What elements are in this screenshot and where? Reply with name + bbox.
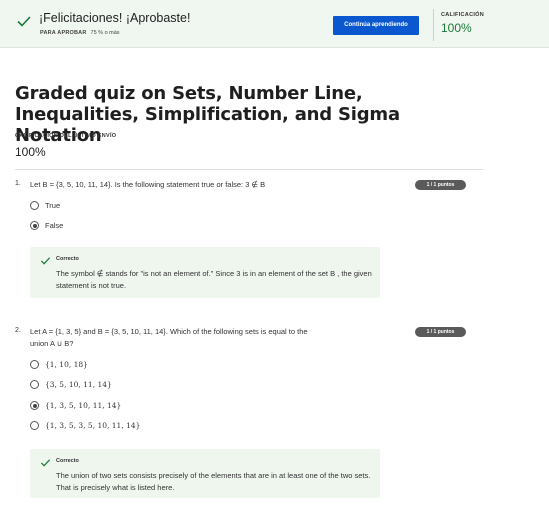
last-submission-value: 100% — [15, 145, 46, 159]
option-label: {1, 3, 5, 10, 11, 14} — [45, 401, 122, 410]
banner-divider — [433, 9, 434, 41]
feedback-text: The union of two sets consists precisely… — [56, 471, 371, 492]
question-text-line: Let A = {1, 3, 5} and B = {3, 5, 10, 11,… — [30, 327, 308, 336]
points-badge: 1 / 1 puntos — [415, 327, 466, 337]
feedback-box: Correcto The symbol ∉ stands for "is not… — [30, 247, 380, 298]
feedback-label: Correcto — [56, 458, 79, 464]
radio-button-selected[interactable] — [30, 401, 39, 410]
question-number: 2. — [15, 327, 21, 334]
last-submission-label: CALIFICACIÓN DEL ÚLTIMO ENVÍO — [15, 133, 117, 139]
option-label: True — [45, 201, 61, 210]
question-number: 1. — [15, 180, 21, 187]
banner-title: ¡Felicitaciones! ¡Aprobaste! — [39, 11, 191, 25]
result-banner: ¡Felicitaciones! ¡Aprobaste! PARA APROBA… — [0, 0, 549, 48]
option-label: {3, 5, 10, 11, 14} — [45, 380, 112, 389]
pass-requirement: PARA APROBAR 75 % o más — [40, 30, 120, 36]
feedback-text: The symbol ∉ stands for "is not an eleme… — [56, 269, 372, 290]
option-label: False — [45, 221, 64, 230]
radio-button[interactable] — [30, 201, 39, 210]
check-icon — [40, 459, 51, 467]
radio-button[interactable] — [30, 421, 39, 430]
grade-value: 100% — [441, 21, 472, 35]
question-text-line: union A ∪ B? — [30, 339, 74, 348]
option-label: {1, 3, 5, 3, 5, 10, 11, 14} — [45, 421, 141, 430]
radio-button[interactable] — [30, 360, 39, 369]
grade-label: CALIFICACIÓN — [441, 12, 485, 18]
question-text: Let B = {3, 5, 10, 11, 14}. Is the follo… — [30, 180, 266, 189]
pass-value: 75 % o más — [90, 30, 120, 36]
answer-option[interactable]: True — [30, 201, 60, 210]
header-divider — [15, 169, 483, 170]
check-icon — [17, 16, 31, 27]
radio-button-selected[interactable] — [30, 221, 39, 230]
pass-label: PARA APROBAR — [40, 30, 87, 36]
question-text: Let A = {1, 3, 5} and B = {3, 5, 10, 11,… — [30, 326, 308, 350]
answer-option[interactable]: {1, 10, 18} — [30, 360, 88, 369]
feedback-box: Correcto The union of two sets consists … — [30, 449, 380, 498]
feedback-label: Correcto — [56, 256, 79, 262]
continue-learning-button[interactable]: Continúa aprendiendo — [333, 16, 419, 35]
radio-button[interactable] — [30, 380, 39, 389]
answer-option[interactable]: {1, 3, 5, 3, 5, 10, 11, 14} — [30, 421, 140, 430]
points-badge: 1 / 1 puntos — [415, 180, 466, 190]
option-label: {1, 10, 18} — [45, 360, 88, 369]
answer-option[interactable]: False — [30, 221, 63, 230]
check-icon — [40, 257, 51, 265]
answer-option[interactable]: {1, 3, 5, 10, 11, 14} — [30, 401, 121, 410]
answer-option[interactable]: {3, 5, 10, 11, 14} — [30, 380, 112, 389]
